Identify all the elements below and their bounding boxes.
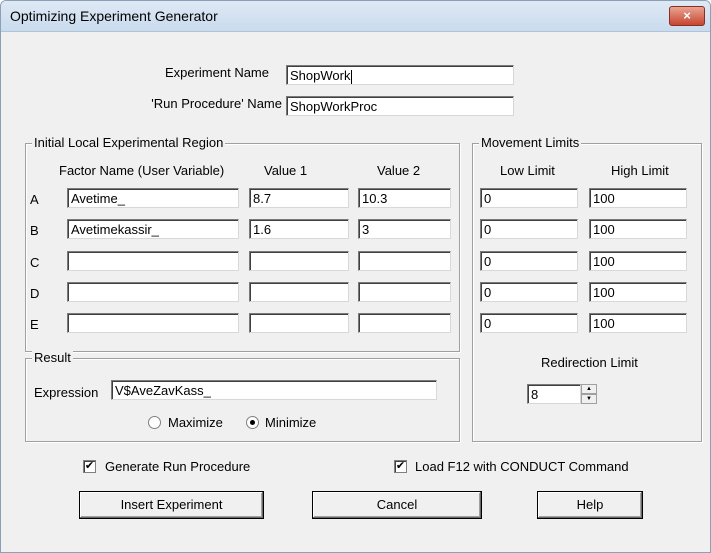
spin-up-icon[interactable]: ▲	[581, 384, 597, 394]
factor-name-header: Factor Name (User Variable)	[59, 163, 225, 178]
high-limit-input[interactable]: 100	[589, 282, 687, 302]
factor-letter: E	[30, 317, 39, 332]
high-limit-input[interactable]: 100	[589, 188, 687, 208]
factor-name-input[interactable]	[67, 313, 239, 333]
factor-letter: D	[30, 286, 40, 301]
value1-input[interactable]: 1.6	[249, 219, 349, 239]
dialog-body: Experiment Name ShopWork 'Run Procedure'…	[9, 32, 710, 552]
movement-limits-title: Movement Limits	[479, 135, 582, 151]
maximize-radio[interactable]	[148, 416, 161, 429]
check-icon: ✔	[84, 460, 95, 472]
generate-run-procedure-checkbox[interactable]: ✔	[83, 460, 96, 473]
experimental-region-title: Initial Local Experimental Region	[32, 135, 226, 151]
spin-down-icon[interactable]: ▼	[581, 394, 597, 404]
value2-input[interactable]: 10.3	[358, 188, 451, 208]
maximize-label: Maximize	[168, 415, 223, 430]
title-bar: Optimizing Experiment Generator ×	[1, 1, 710, 32]
value2-header: Value 2	[377, 163, 421, 178]
window-title: Optimizing Experiment Generator	[10, 8, 218, 24]
redirection-limit-input[interactable]: 8	[527, 384, 581, 404]
low-limit-input[interactable]: 0	[480, 313, 578, 333]
expression-label: Expression	[34, 385, 99, 400]
radio-selected-dot	[250, 420, 255, 425]
low-limit-input[interactable]: 0	[480, 188, 578, 208]
factor-letter: C	[30, 255, 40, 270]
result-title: Result	[32, 350, 73, 366]
value2-input[interactable]: 3	[358, 219, 451, 239]
factor-name-input[interactable]: Avetimekassir_	[67, 219, 239, 239]
close-icon: ×	[683, 8, 691, 23]
value2-input[interactable]	[358, 313, 451, 333]
value2-input[interactable]	[358, 251, 451, 271]
experiment-name-label: Experiment Name	[164, 65, 269, 80]
factor-name-input[interactable]	[67, 282, 239, 302]
experiment-name-input[interactable]: ShopWork	[286, 65, 514, 85]
close-button[interactable]: ×	[669, 6, 705, 26]
low-limit-input[interactable]: 0	[480, 251, 578, 271]
low-limit-input[interactable]: 0	[480, 282, 578, 302]
value1-input[interactable]	[249, 251, 349, 271]
dialog-window: Optimizing Experiment Generator × Experi…	[0, 0, 711, 553]
factor-name-input[interactable]	[67, 251, 239, 271]
redirection-limit-label: Redirection Limit	[541, 355, 638, 370]
cancel-button[interactable]: Cancel	[312, 491, 482, 519]
value1-input[interactable]: 8.7	[249, 188, 349, 208]
redirection-limit-spinner[interactable]: ▲ ▼	[581, 384, 597, 404]
run-procedure-name-label: 'Run Procedure' Name	[151, 96, 282, 111]
insert-experiment-button[interactable]: Insert Experiment	[79, 491, 264, 519]
check-icon: ✔	[395, 460, 406, 472]
high-limit-input[interactable]: 100	[589, 313, 687, 333]
run-procedure-name-input[interactable]: ShopWorkProc	[286, 96, 514, 116]
generate-run-procedure-label: Generate Run Procedure	[105, 459, 251, 474]
value1-header: Value 1	[264, 163, 308, 178]
minimize-label: Minimize	[265, 415, 317, 430]
load-f12-label: Load F12 with CONDUCT Command	[415, 459, 629, 474]
high-limit-input[interactable]: 100	[589, 251, 687, 271]
value2-input[interactable]	[358, 282, 451, 302]
value1-input[interactable]	[249, 313, 349, 333]
factor-letter: A	[30, 192, 39, 207]
high-limit-header: High Limit	[611, 163, 669, 178]
minimize-radio[interactable]	[246, 416, 259, 429]
load-f12-checkbox[interactable]: ✔	[394, 460, 407, 473]
text-caret	[351, 69, 353, 84]
help-button[interactable]: Help	[537, 491, 643, 519]
factor-letter: B	[30, 223, 39, 238]
high-limit-input[interactable]: 100	[589, 219, 687, 239]
low-limit-header: Low Limit	[500, 163, 555, 178]
low-limit-input[interactable]: 0	[480, 219, 578, 239]
expression-input[interactable]: V$AveZavKass_	[111, 380, 437, 400]
factor-name-input[interactable]: Avetime_	[67, 188, 239, 208]
value1-input[interactable]	[249, 282, 349, 302]
